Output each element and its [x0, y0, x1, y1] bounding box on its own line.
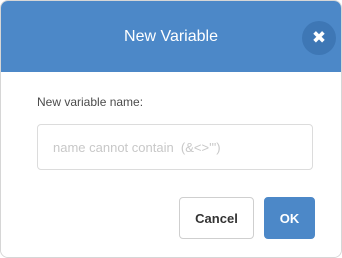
dialog-body: New variable name: Cancel OK — [1, 72, 341, 257]
dialog-title: New Variable — [124, 28, 218, 45]
variable-name-input[interactable] — [37, 124, 313, 170]
close-button[interactable]: ✖ — [302, 21, 336, 55]
cancel-button[interactable]: Cancel — [179, 197, 254, 239]
new-variable-dialog: New Variable ✖ New variable name: Cancel… — [0, 0, 342, 258]
close-icon: ✖ — [311, 28, 327, 47]
ok-button[interactable]: OK — [264, 197, 315, 239]
dialog-header: New Variable ✖ — [1, 1, 341, 72]
variable-name-label: New variable name: — [37, 95, 144, 109]
